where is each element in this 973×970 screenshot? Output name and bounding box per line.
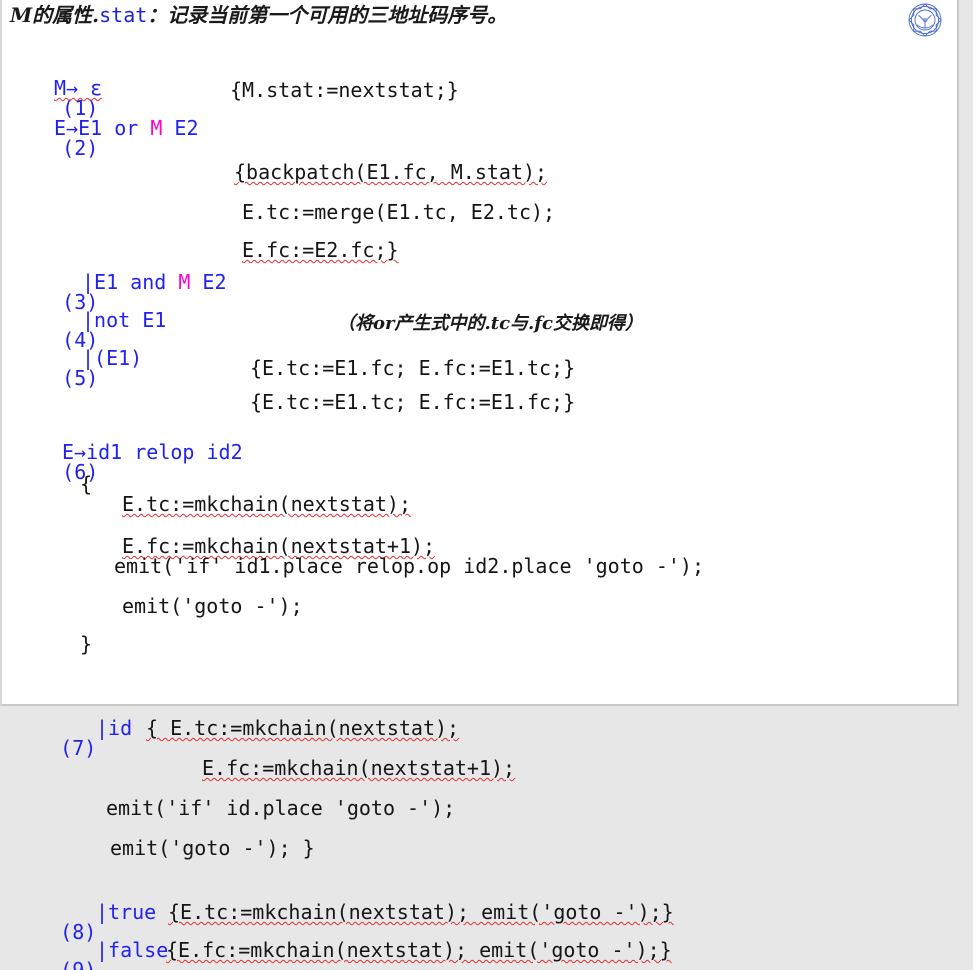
rule-7-bar: | — [96, 716, 109, 740]
rule-5-bar: | — [82, 346, 95, 370]
rule-8-action: {E.tc:=mkchain(nextstat); emit('goto -')… — [168, 900, 674, 924]
rule-6-brace-close: } — [80, 632, 93, 656]
lower-overflow-region: (7) |id { E.tc:=mkchain(nextstat); E.fc:… — [0, 706, 973, 970]
rule-7-action-line3: emit('if' id.place 'goto -'); — [106, 796, 456, 820]
rule-9-bar: | — [96, 938, 109, 962]
rule-4-annotation-or: or — [373, 313, 395, 334]
rule-4-production: |not E1 — [82, 310, 166, 330]
rule-2-production-m: M — [150, 116, 163, 140]
title-highlight-stat: stat — [99, 3, 148, 27]
rule-7-production-text: id — [108, 716, 133, 740]
rule-2-production-a: E→E1 or — [54, 116, 151, 140]
rule-5-production: |(E1) — [82, 348, 142, 368]
rule-3-production-a: E1 and — [94, 270, 179, 294]
rule-6-action-line1: E.tc:=mkchain(nextstat); — [122, 492, 411, 516]
rule-5-action-line2: {E.tc:=E1.tc; E.fc:=E1.fc;} — [250, 390, 576, 414]
rule-6-action-line2: E.fc:=mkchain(nextstat+1); — [122, 534, 436, 558]
rule-1-action: {M.stat:=nextstat;} — [230, 78, 459, 102]
rule-1-production: M→ ε — [54, 76, 103, 100]
rule-4-annotation-suffix: 产生式中的.tc与.fc交换即得） — [394, 313, 644, 334]
rule-2-action-line3: E.fc:=E2.fc;} — [242, 238, 399, 262]
rule-3-production-b: E2 — [190, 270, 227, 294]
rule-9-number: (9) — [60, 958, 97, 970]
rule-3-production: |E1 and M E2 — [82, 272, 227, 292]
rule-9-action: {E.fc:=mkchain(nextstat); emit('goto -')… — [166, 938, 672, 962]
rule-2-action-line1: {backpatch(E1.fc, M.stat); — [234, 160, 548, 184]
rule-2-action-line2: E.tc:=merge(E1.tc, E2.tc); — [242, 200, 556, 224]
rule-3-production-m: M — [178, 270, 191, 294]
rule-5-action-line1: {E.tc:=E1.fc; E.fc:=E1.tc;} — [250, 356, 576, 380]
rule-7-action-line4: emit('goto -'); } — [110, 836, 315, 860]
rule-9-production: |false — [96, 940, 168, 960]
rule-8-production: |true — [96, 902, 156, 922]
rule-4-annotation-prefix: （将 — [337, 313, 373, 334]
rule-6-production: E→id1 relop id2 — [62, 442, 243, 462]
rule-5-production-text: (E1) — [94, 346, 143, 370]
rule-3-bar: | — [82, 270, 95, 294]
rule-9-production-text: false — [108, 938, 169, 962]
rule-6-production-text: E→id1 relop id2 — [62, 440, 243, 464]
rule-7-action-line1: { E.tc:=mkchain(nextstat); — [146, 716, 460, 740]
page-title: M的属性.stat：记录当前第一个可用的三地址码序号。 — [10, 0, 910, 29]
rule-6-action-line3: emit('if' id1.place relop.op id2.place '… — [114, 554, 705, 578]
rule-4-production-text: not E1 — [94, 308, 167, 332]
rule-6-action-line4: emit('goto -'); — [122, 594, 303, 618]
university-seal-icon — [908, 3, 942, 37]
title-prefix: M的属性. — [10, 3, 100, 27]
rule-4-annotation: （将or产生式中的.tc与.fc交换即得） — [337, 312, 643, 334]
rule-8-bar: | — [96, 900, 109, 924]
rule-2-production-b: E2 — [162, 116, 199, 140]
slide-panel: M的属性.stat：记录当前第一个可用的三地址码序号。 (1) M→ ε {M.… — [0, 0, 959, 706]
rule-4-bar: | — [82, 308, 95, 332]
rule-7-action-line2: E.fc:=mkchain(nextstat+1); — [202, 756, 516, 780]
rule-8-production-text: true — [108, 900, 157, 924]
rule-6-brace-open: { — [80, 472, 93, 496]
rule-7-number: (7) — [60, 736, 97, 760]
rule-7-production: |id — [96, 718, 132, 738]
title-suffix: ：记录当前第一个可用的三地址码序号。 — [147, 3, 508, 27]
rule-2-production: E→E1 or M E2 — [54, 118, 199, 138]
